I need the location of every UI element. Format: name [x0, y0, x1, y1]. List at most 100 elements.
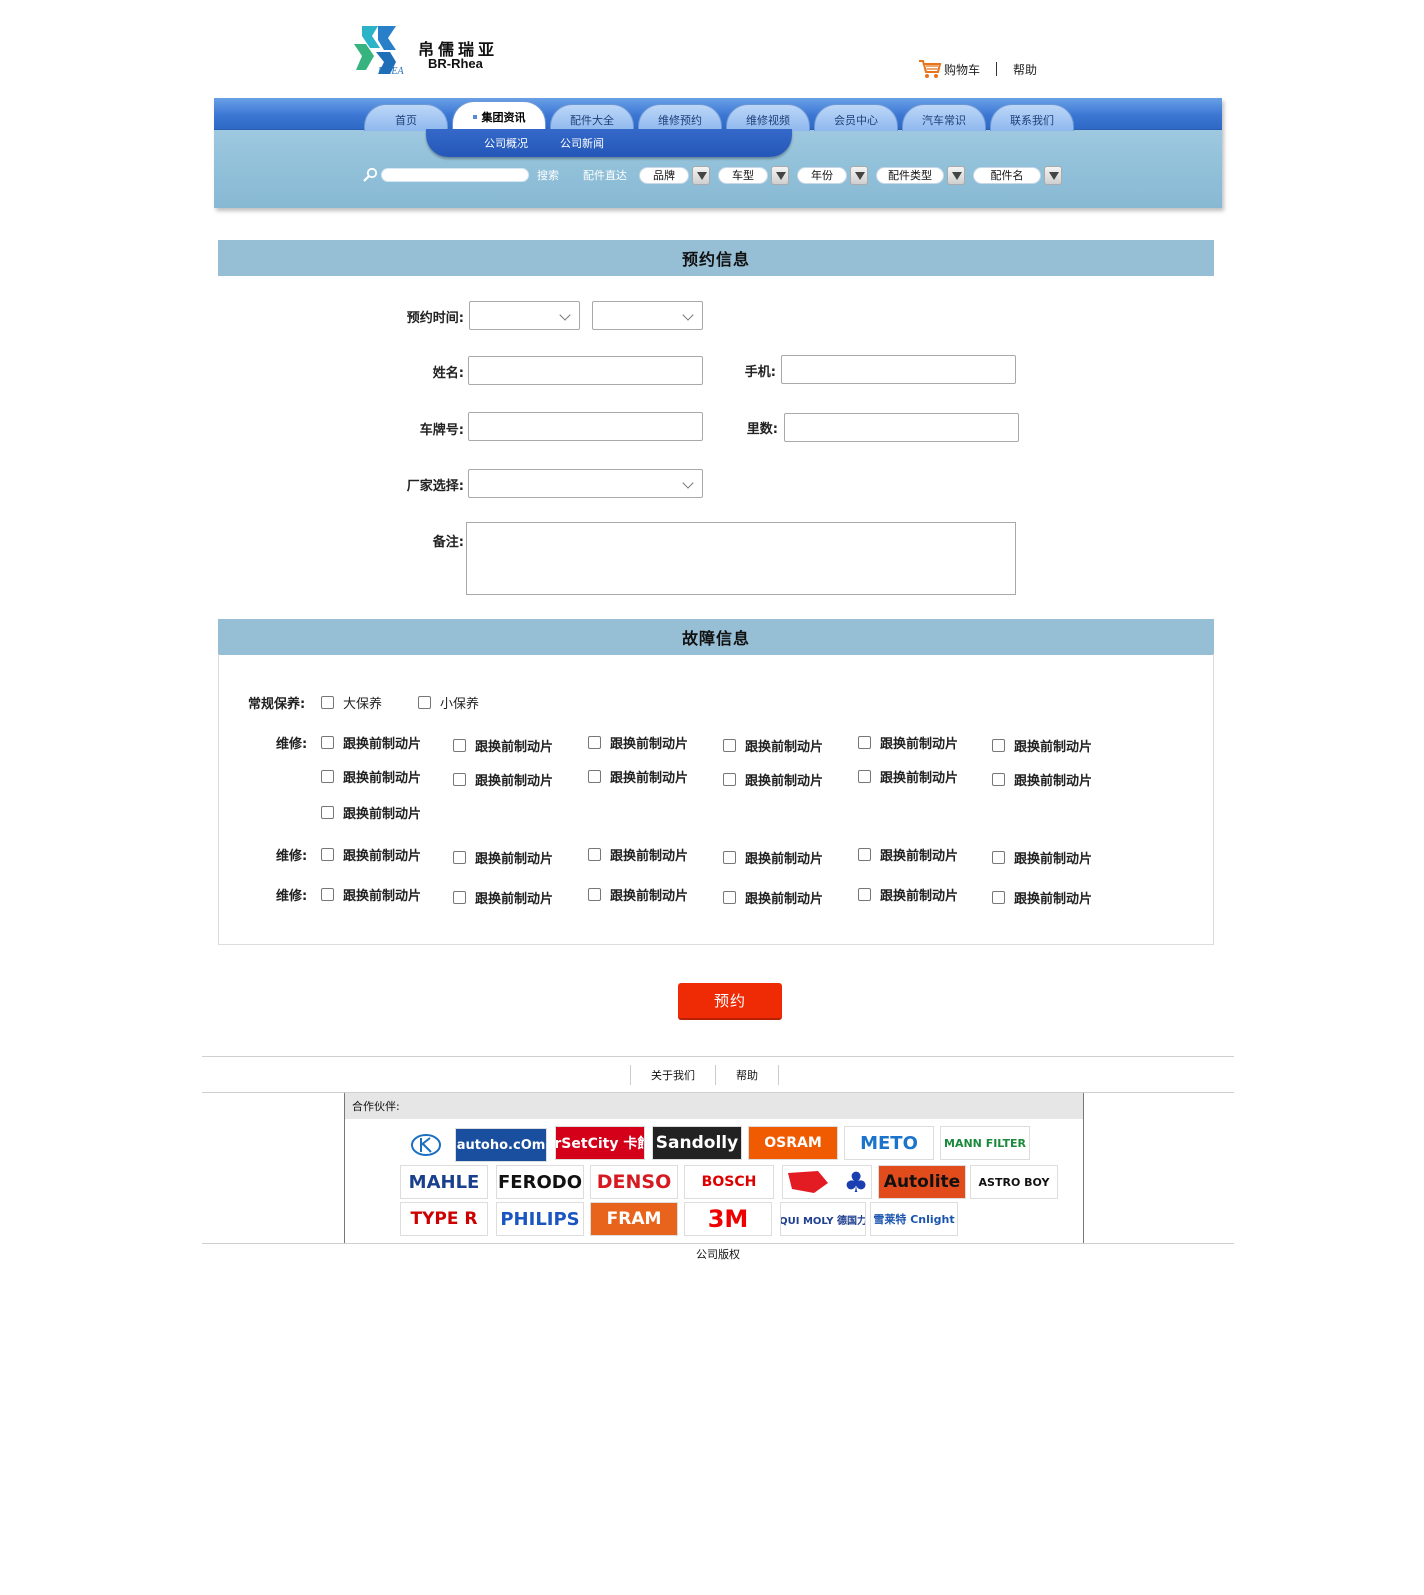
booking-time-label: 预约时间: [406, 311, 464, 326]
help-link[interactable]: 帮助 [1013, 61, 1037, 78]
partner-logo[interactable]: 3M [684, 1202, 772, 1236]
partner-logo[interactable]: OSRAM [748, 1126, 838, 1160]
note-label: 备注: [432, 535, 464, 550]
repair-option-checkbox[interactable]: 跟换前制动片 [723, 848, 823, 867]
repair-label: 维修: [276, 889, 308, 904]
repair-option-checkbox[interactable]: 跟换前制动片 [723, 888, 823, 907]
repair-option-checkbox[interactable]: 跟换前制动片 [321, 845, 421, 864]
repair-option-checkbox[interactable]: 跟换前制动片 [992, 888, 1092, 907]
partner-logo[interactable]: autoho.cOm [455, 1128, 547, 1162]
repair-option-checkbox[interactable]: 跟换前制动片 [858, 845, 958, 864]
repair-option-checkbox[interactable]: 跟换前制动片 [992, 848, 1092, 867]
search-input[interactable] [381, 168, 529, 182]
tab-group-news[interactable]: 集团资讯 [452, 101, 546, 131]
logo-mark-text: RHEA [378, 66, 404, 77]
maker-select[interactable] [468, 469, 703, 498]
minor-service-checkbox[interactable]: 小保养 [418, 693, 479, 712]
repair-option-checkbox[interactable]: 跟换前制动片 [858, 767, 958, 786]
part-type-dropdown[interactable]: 配件类型 [876, 165, 965, 185]
chevron-down-icon [692, 165, 710, 185]
tab-repair-booking[interactable]: 维修预约 [638, 104, 722, 131]
repair-option-checkbox[interactable]: 跟换前制动片 [588, 767, 688, 786]
tab-home[interactable]: 首页 [364, 104, 448, 131]
footer-help-link[interactable]: 帮助 [716, 1067, 778, 1083]
partner-logo[interactable]: METO [844, 1126, 934, 1160]
repair-label: 维修: [276, 737, 308, 752]
plate-input[interactable] [468, 412, 703, 441]
repair-option-checkbox[interactable]: 跟换前制动片 [723, 770, 823, 789]
repair-option-checkbox[interactable]: 跟换前制动片 [723, 736, 823, 755]
repair-option-checkbox[interactable]: 跟换前制动片 [453, 848, 553, 867]
chevron-down-icon [771, 165, 789, 185]
booking-date-select[interactable] [469, 301, 580, 330]
mileage-label: 里数: [746, 422, 778, 437]
sub-nav: 公司概况 公司新闻 [426, 129, 792, 157]
brand-name-en: BR-Rhea [428, 56, 483, 71]
plate-label: 车牌号: [419, 423, 464, 438]
partner-logo[interactable]: PHILIPS [496, 1202, 584, 1236]
search-row: 搜索 配件直达 品牌 车型 年份 配件类型 配件名 [362, 164, 1070, 186]
partner-logo[interactable]: Sandolly [652, 1126, 742, 1160]
cart-link[interactable]: 购物车 [944, 61, 980, 78]
club-logo-icon[interactable]: ♣ [782, 1165, 872, 1199]
repair-option-checkbox[interactable]: 跟换前制动片 [992, 770, 1092, 789]
repair-option-checkbox[interactable]: 跟换前制动片 [321, 767, 421, 786]
about-us-link[interactable]: 关于我们 [631, 1067, 715, 1083]
partner-logo[interactable]: BOSCH [684, 1165, 774, 1199]
repair-option-checkbox[interactable]: 跟换前制动片 [453, 888, 553, 907]
parts-direct-label: 配件直达 [583, 169, 627, 182]
search-button[interactable]: 搜索 [537, 167, 559, 183]
submit-booking-button[interactable]: 预约 [678, 983, 782, 1020]
subnav-company-overview[interactable]: 公司概况 [484, 135, 528, 151]
partner-logo[interactable]: TYPE R [400, 1202, 488, 1236]
model-dropdown[interactable]: 车型 [718, 165, 789, 185]
repair-option-checkbox[interactable]: 跟换前制动片 [858, 733, 958, 752]
repair-option-checkbox[interactable]: 跟换前制动片 [588, 845, 688, 864]
repair-option-checkbox[interactable]: 跟换前制动片 [321, 803, 421, 822]
note-textarea[interactable] [466, 522, 1016, 595]
booking-hour-select[interactable] [592, 301, 703, 330]
tab-repair-video[interactable]: 维修视频 [726, 104, 810, 131]
tab-car-knowledge[interactable]: 汽车常识 [902, 104, 986, 131]
mileage-input[interactable] [784, 413, 1019, 442]
tab-contact[interactable]: 联系我们 [990, 104, 1074, 131]
partner-logo[interactable]: LIQUI MOLY 德国力魔 [780, 1202, 866, 1236]
major-service-checkbox[interactable]: 大保养 [321, 693, 382, 712]
repair-option-checkbox[interactable]: 跟换前制动片 [453, 736, 553, 755]
partner-logo[interactable]: MAHLE [400, 1165, 488, 1199]
year-dropdown[interactable]: 年份 [797, 165, 868, 185]
partner-logo[interactable]: FRAM [590, 1202, 678, 1236]
brand-dropdown[interactable]: 品牌 [639, 165, 710, 185]
partner-logo[interactable]: MANN FILTER [940, 1126, 1030, 1160]
repair-option-checkbox[interactable]: 跟换前制动片 [321, 733, 421, 752]
tab-parts[interactable]: 配件大全 [550, 104, 634, 131]
repair-option-checkbox[interactable]: 跟换前制动片 [992, 736, 1092, 755]
partner-logo[interactable]: FERODO [496, 1165, 584, 1199]
chevron-down-icon [559, 309, 571, 321]
repair-option-checkbox[interactable]: 跟换前制动片 [453, 770, 553, 789]
repair-option-checkbox[interactable]: 跟换前制动片 [588, 885, 688, 904]
repair-option-checkbox[interactable]: 跟换前制动片 [588, 733, 688, 752]
tab-member-center[interactable]: 会员中心 [814, 104, 898, 131]
repair-option-checkbox[interactable]: 跟换前制动片 [858, 885, 958, 904]
repair-option-checkbox[interactable]: 跟换前制动片 [321, 885, 421, 904]
partner-logo[interactable]: 雪莱特 Cnlight [870, 1202, 958, 1236]
brand-logo[interactable]: RHEA 帛儒瑞亚 BR-Rhea [352, 22, 512, 82]
partner-logo[interactable]: DENSO [590, 1165, 678, 1199]
footer-links: 关于我们 帮助 [630, 1064, 779, 1086]
partner-logo[interactable]: Autolite [878, 1165, 966, 1199]
phone-input[interactable] [781, 355, 1016, 384]
name-input[interactable] [468, 356, 703, 385]
partner-logo[interactable]: ASTRO BOY [970, 1165, 1058, 1199]
subnav-company-news[interactable]: 公司新闻 [560, 135, 604, 151]
cart-icon[interactable] [918, 58, 942, 80]
copyright: 公司版权 [696, 1248, 740, 1261]
partner-logo[interactable]: CarSetCity 卡飾社 [555, 1126, 645, 1160]
footer-divider [202, 1056, 1234, 1057]
routine-label: 常规保养: [248, 697, 306, 712]
chevron-down-icon [1044, 165, 1062, 185]
part-name-dropdown[interactable]: 配件名 [973, 165, 1062, 185]
ks-logo-icon[interactable] [404, 1128, 448, 1162]
top-links: 购物车 帮助 [918, 58, 1037, 80]
repair-label: 维修: [276, 849, 308, 864]
